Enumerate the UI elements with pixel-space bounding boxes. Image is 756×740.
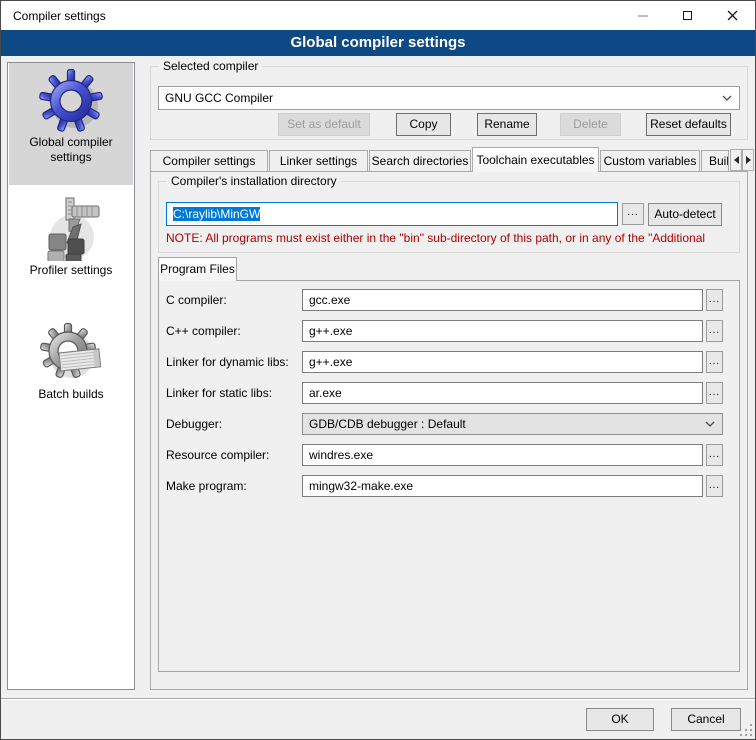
resource-compiler-browse-button[interactable]: ... xyxy=(706,444,723,466)
linker-dynamic-input[interactable]: g++.exe xyxy=(302,351,703,373)
rename-button[interactable]: Rename xyxy=(477,113,537,136)
maximize-button[interactable] xyxy=(665,1,710,30)
sidebar-item-batch-builds[interactable]: Batch builds xyxy=(9,319,133,419)
arrow-right-icon xyxy=(746,156,751,164)
cancel-button[interactable]: Cancel xyxy=(671,708,741,731)
sidebar-item-label: Profiler settings xyxy=(9,261,133,278)
cpp-compiler-browse-button[interactable]: ... xyxy=(706,320,723,342)
linker-static-label: Linker for static libs: xyxy=(166,382,272,404)
minimize-icon xyxy=(638,15,648,17)
installation-directory-group-label: Compiler's installation directory xyxy=(167,174,341,188)
sidebar-item-profiler-settings[interactable]: Profiler settings xyxy=(9,193,133,293)
copy-button[interactable]: Copy xyxy=(396,113,451,136)
close-icon xyxy=(727,10,738,21)
sidebar-item-label: Global compiler settings xyxy=(9,133,133,165)
tab-build-options[interactable]: Build xyxy=(701,150,729,171)
installation-directory-input[interactable]: C:\raylib\MinGW xyxy=(166,202,618,226)
installation-directory-value: C:\raylib\MinGW xyxy=(173,207,260,221)
bin-subdirectory-note: NOTE: All programs must exist either in … xyxy=(166,231,738,245)
make-program-browse-button[interactable]: ... xyxy=(706,475,723,497)
cpp-compiler-value: g++.exe xyxy=(309,324,352,338)
c-compiler-browse-button[interactable]: ... xyxy=(706,289,723,311)
browse-directory-button[interactable]: ... xyxy=(622,203,644,225)
tab-scroll-right-button[interactable] xyxy=(742,149,754,171)
resource-compiler-input[interactable]: windres.exe xyxy=(302,444,703,466)
chevron-down-icon xyxy=(705,421,715,427)
dialog-header: Global compiler settings xyxy=(1,30,755,56)
sidebar-item-label: Batch builds xyxy=(9,385,133,402)
chevron-down-icon xyxy=(722,95,732,101)
tab-custom-variables[interactable]: Custom variables xyxy=(600,150,700,171)
compiler-select[interactable]: GNU GCC Compiler xyxy=(158,86,740,110)
auto-detect-button[interactable]: Auto-detect xyxy=(648,203,722,226)
gray-gear-papers-icon xyxy=(39,321,103,385)
sidebar: Global compiler settings xyxy=(7,62,135,690)
tab-scroll-left-button[interactable] xyxy=(730,149,742,171)
debugger-value: GDB/CDB debugger : Default xyxy=(309,417,466,431)
linker-static-browse-button[interactable]: ... xyxy=(706,382,723,404)
make-program-label: Make program: xyxy=(166,475,247,497)
make-program-value: mingw32-make.exe xyxy=(309,479,413,493)
c-compiler-input[interactable]: gcc.exe xyxy=(302,289,703,311)
make-program-input[interactable]: mingw32-make.exe xyxy=(302,475,703,497)
caliper-icon xyxy=(39,197,103,261)
linker-static-value: ar.exe xyxy=(309,386,342,400)
debugger-select[interactable]: GDB/CDB debugger : Default xyxy=(302,413,723,435)
blue-gear-icon xyxy=(39,69,103,133)
arrow-left-icon xyxy=(734,156,739,164)
debugger-label: Debugger: xyxy=(166,413,222,435)
footer-divider xyxy=(1,698,755,700)
cpp-compiler-label: C++ compiler: xyxy=(166,320,241,342)
tab-toolchain-executables[interactable]: Toolchain executables xyxy=(472,147,599,172)
window-controls xyxy=(620,1,755,30)
subtab-program-files[interactable]: Program Files xyxy=(158,257,237,281)
delete-button: Delete xyxy=(560,113,621,136)
ok-button[interactable]: OK xyxy=(586,708,654,731)
tab-compiler-settings[interactable]: Compiler settings xyxy=(150,150,268,171)
resource-compiler-label: Resource compiler: xyxy=(166,444,269,466)
reset-defaults-button[interactable]: Reset defaults xyxy=(646,113,731,136)
c-compiler-label: C compiler: xyxy=(166,289,227,311)
compiler-settings-dialog: Compiler settings Global compiler settin… xyxy=(0,0,756,740)
linker-static-input[interactable]: ar.exe xyxy=(302,382,703,404)
titlebar: Compiler settings xyxy=(1,1,755,30)
window-title: Compiler settings xyxy=(1,9,106,23)
linker-dynamic-value: g++.exe xyxy=(309,355,352,369)
resource-compiler-value: windres.exe xyxy=(309,448,373,462)
resize-grip[interactable] xyxy=(740,724,742,726)
c-compiler-value: gcc.exe xyxy=(309,293,350,307)
sidebar-item-global-compiler-settings[interactable]: Global compiler settings xyxy=(9,63,133,185)
linker-dynamic-label: Linker for dynamic libs: xyxy=(166,351,289,373)
maximize-icon xyxy=(683,11,692,20)
tab-linker-settings[interactable]: Linker settings xyxy=(269,150,368,171)
linker-dynamic-browse-button[interactable]: ... xyxy=(706,351,723,373)
minimize-button xyxy=(620,1,665,30)
compiler-select-value: GNU GCC Compiler xyxy=(165,91,273,105)
cpp-compiler-input[interactable]: g++.exe xyxy=(302,320,703,342)
tab-search-directories[interactable]: Search directories xyxy=(369,150,471,171)
close-button[interactable] xyxy=(710,1,755,30)
set-as-default-button: Set as default xyxy=(278,113,370,136)
selected-compiler-group-label: Selected compiler xyxy=(159,59,262,73)
